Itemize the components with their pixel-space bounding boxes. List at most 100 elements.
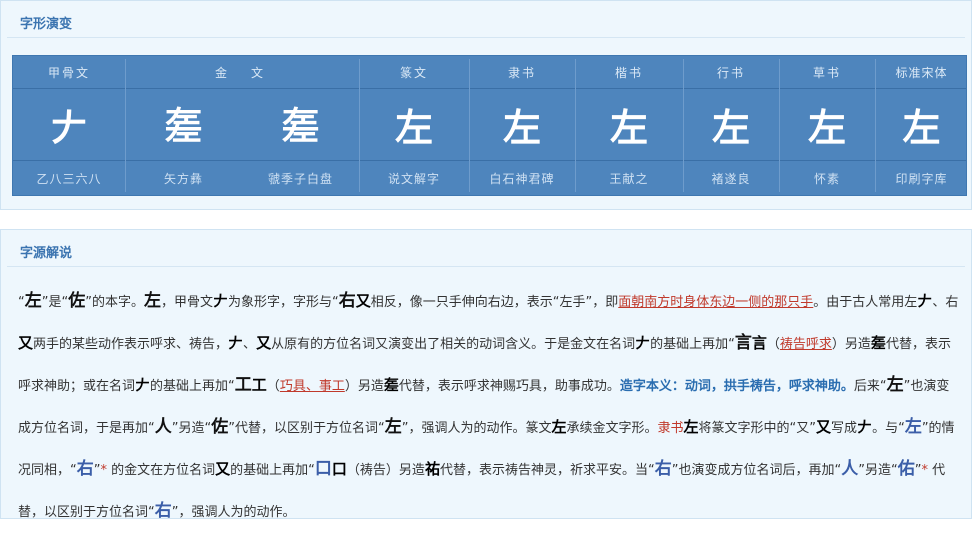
glyph-image: 𢀡 bbox=[870, 334, 886, 352]
header-songti: 标准宋体 bbox=[895, 65, 948, 80]
char-you: 右 bbox=[76, 459, 94, 479]
divider bbox=[683, 59, 684, 192]
text: 后来“ bbox=[853, 379, 887, 394]
text: ”代替，以区别于方位名词“ bbox=[228, 421, 385, 436]
source-songti: 印刷字库 bbox=[895, 172, 948, 186]
text: ”也演变成方位名词后，再加“ bbox=[671, 463, 842, 478]
text: 隶书 bbox=[657, 421, 684, 436]
char-you: 右 bbox=[154, 501, 172, 521]
text: （祷告）另造 bbox=[346, 463, 425, 478]
core-meaning: 造字本义：动词，拱手祷告，呼求神助。 bbox=[619, 379, 854, 394]
glyph-image: 左 bbox=[683, 418, 699, 436]
divider bbox=[875, 59, 876, 192]
glyph-image: 又 bbox=[355, 292, 371, 310]
evolution-title: 字形演变 bbox=[20, 17, 73, 32]
text: 的基础上再加“ bbox=[230, 463, 315, 478]
highlight-link[interactable]: 祷告呼求 bbox=[780, 337, 832, 352]
glyph-image: 左 bbox=[551, 418, 567, 436]
glyph-image: 𠂇 bbox=[135, 376, 151, 394]
glyph-jinwen-2: 𢀡 bbox=[281, 102, 320, 148]
char-zuo: 左 bbox=[384, 417, 402, 437]
text: ”，强调人为的动作。篆文 bbox=[401, 421, 552, 436]
glyph-xingshu: 左 bbox=[711, 105, 750, 150]
highlight-link[interactable]: 面朝南方时身体东边一侧的那只手 bbox=[618, 295, 813, 310]
source-row: 乙八三六八 矢方彝 虢季子白盘 说文解字 白石神君碑 王献之 褚遂良 怀素 印刷… bbox=[13, 161, 966, 196]
source-jinwen-2: 虢季子白盘 bbox=[267, 172, 333, 186]
char-yan: 言 bbox=[734, 333, 752, 353]
divider bbox=[125, 59, 126, 192]
source-caoshu: 怀素 bbox=[813, 172, 840, 186]
text: 的基础上再加“ bbox=[150, 379, 235, 394]
explanation-text: “左”是“佐”的本字。左，甲骨文𠂇为象形字，字形与“右又相反，像一只手伸向右边，… bbox=[18, 281, 962, 533]
glyph-image: 又 bbox=[256, 334, 272, 352]
char-zuo: 左 bbox=[143, 291, 161, 311]
glyph-image: 𠂇 bbox=[917, 292, 933, 310]
text: 为象形字，字形与“ bbox=[228, 295, 339, 310]
evolution-panel: 字形演变 甲骨文 金 文 篆文 隶书 楷书 行书 草书 标准宋体 𠂇 𢀡 𢀡 左… bbox=[0, 0, 972, 210]
divider bbox=[7, 266, 965, 267]
header-zhuanwen: 篆文 bbox=[399, 65, 428, 80]
text: 相反，像一只手伸向右边，表示“左手”，即 bbox=[370, 295, 619, 310]
glyph-image: 𠂇 bbox=[228, 334, 244, 352]
char-ren: 人 bbox=[154, 417, 172, 437]
char-you: 右 bbox=[338, 291, 356, 311]
source-xingshu: 褚遂良 bbox=[711, 172, 751, 186]
glyph-jiaguwen: 𠂇 bbox=[49, 105, 88, 150]
glyph-image: 𠂇 bbox=[857, 418, 873, 436]
explanation-panel: 字源解说 “左”是“佐”的本字。左，甲骨文𠂇为象形字，字形与“右又相反，像一只手… bbox=[0, 229, 972, 521]
glyph-songti: 左 bbox=[902, 105, 941, 150]
header-xingshu: 行书 bbox=[716, 65, 745, 80]
char-gong: 工 bbox=[234, 375, 252, 395]
text: “ bbox=[18, 295, 25, 310]
text: 的基础上再加“ bbox=[650, 337, 735, 352]
glyph-caoshu: 左 bbox=[807, 105, 846, 150]
text: ”另造“ bbox=[858, 463, 898, 478]
text: 承续金文字形。 bbox=[566, 421, 658, 436]
glyph-image: 工 bbox=[251, 376, 267, 394]
text: 、右 bbox=[932, 295, 959, 310]
text: 。由于古人常用左 bbox=[813, 295, 918, 310]
header-jinwen: 金 文 bbox=[214, 65, 269, 80]
text: 两手的某些动作表示呼求、祷告， bbox=[33, 337, 229, 352]
text: ” bbox=[93, 463, 101, 478]
text: ”，强调人为的动作。 bbox=[171, 505, 296, 520]
glyph-image: 又 bbox=[215, 460, 231, 478]
source-jinwen-1: 矢方彝 bbox=[163, 172, 203, 186]
highlight-link[interactable]: 巧具、事工 bbox=[280, 379, 345, 394]
glyph-zhuanwen: 左 bbox=[394, 105, 433, 150]
text: 从原有的方位名词又演变出了相关的动词含义。于是金文在名词 bbox=[271, 337, 636, 352]
char-zuo: 佐 bbox=[211, 417, 229, 437]
char-you: 右 bbox=[654, 459, 672, 479]
divider bbox=[575, 59, 576, 192]
header-row: 甲骨文 金 文 篆文 隶书 楷书 行书 草书 标准宋体 bbox=[13, 56, 966, 88]
glyph-image: 𠂇 bbox=[213, 292, 229, 310]
glyph-jinwen-1: 𢀡 bbox=[164, 102, 203, 148]
char-kou: 口 bbox=[314, 459, 332, 479]
header-lishu: 隶书 bbox=[507, 65, 536, 80]
text: 将篆文字形中的“又” bbox=[698, 421, 817, 436]
glyph-kaishu: 左 bbox=[609, 105, 648, 150]
divider bbox=[779, 59, 780, 192]
glyph-image: 𠂇 bbox=[635, 334, 651, 352]
source-jiaguwen: 乙八三六八 bbox=[36, 172, 102, 186]
source-lishu: 白石神君碑 bbox=[489, 172, 555, 186]
header-kaishu: 楷书 bbox=[614, 65, 643, 80]
text: 、 bbox=[243, 337, 257, 352]
text: 的金文在方位名词 bbox=[107, 463, 216, 478]
text: 。与“ bbox=[872, 421, 905, 436]
char-zuo: 左 bbox=[24, 291, 42, 311]
paragraph: “左”是“佐”的本字。左，甲骨文𠂇为象形字，字形与“右又相反，像一只手伸向右边，… bbox=[18, 281, 962, 533]
glyph-row: 𠂇 𢀡 𢀡 左 左 左 左 左 左 bbox=[13, 89, 966, 160]
char-zuo: 左 bbox=[886, 375, 904, 395]
text: 代替，表示祷告神灵， bbox=[439, 463, 570, 478]
divider bbox=[7, 37, 965, 38]
glyph-image: 𢀡 bbox=[383, 376, 399, 394]
source-zhuanwen: 说文解字 bbox=[387, 172, 440, 186]
explanation-title: 字源解说 bbox=[20, 246, 73, 261]
glyph-lishu: 左 bbox=[502, 105, 541, 150]
text: 写成 bbox=[831, 421, 858, 436]
text: 祈求平安。当“ bbox=[569, 463, 655, 478]
text: ”另造“ bbox=[171, 421, 212, 436]
glyph-image: 又 bbox=[18, 334, 34, 352]
text: （ bbox=[266, 379, 280, 394]
